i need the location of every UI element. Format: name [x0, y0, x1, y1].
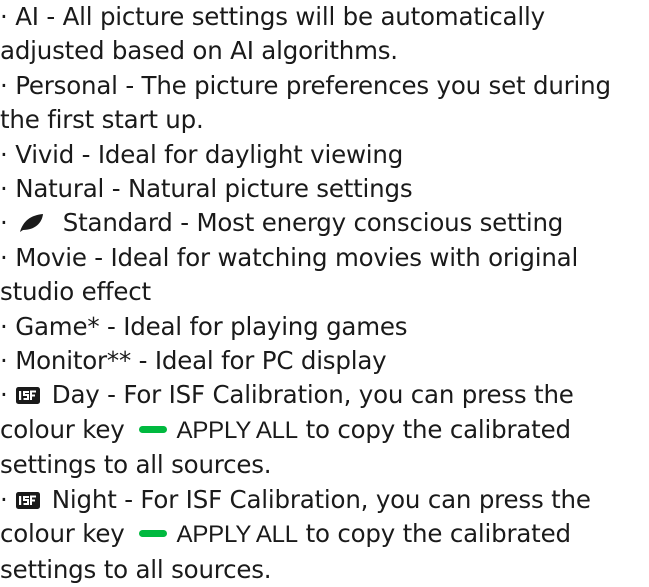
bullet: ·	[0, 311, 8, 341]
isf-icon	[16, 387, 41, 405]
bullet: ·	[0, 208, 8, 238]
list-item-ai: · AI - All picture settings will be auto…	[0, 0, 649, 69]
item-text-continued: colour key	[0, 519, 125, 549]
list-item-standard: · Standard - Most energy conscious setti…	[0, 206, 649, 240]
list-item-movie: · Movie - Ideal for watching movies with…	[0, 241, 649, 310]
bullet: ·	[0, 174, 8, 204]
item-text: Natural - Natural picture settings	[15, 174, 413, 204]
item-text: Day - For ISF Calibration, you can press…	[51, 380, 574, 410]
item-text-continued: to copy the calibrated	[305, 414, 571, 444]
item-text-continued: settings to all sources.	[0, 554, 272, 584]
list-item-vivid: · Vivid - Ideal for daylight viewing	[0, 138, 649, 172]
isf-icon	[16, 491, 41, 509]
bullet: ·	[0, 70, 8, 100]
item-text: Vivid - Ideal for daylight viewing	[15, 139, 404, 169]
apply-all-label: APPLY ALL	[176, 521, 299, 549]
list-item-isf-night: · Night - For ISF Calibration, you can p…	[0, 483, 649, 587]
item-text: Game* - Ideal for playing games	[15, 311, 408, 341]
bullet: ·	[0, 484, 8, 514]
item-text-continued: studio effect	[0, 277, 151, 307]
green-key-icon	[138, 530, 167, 538]
item-text: Standard - Most energy conscious setting	[62, 208, 564, 238]
eco-leaf-icon	[20, 214, 44, 233]
item-text-continued: to copy the calibrated	[305, 519, 571, 549]
bullet: ·	[0, 242, 8, 272]
item-text-continued: the first start up.	[0, 105, 204, 135]
green-key-icon	[138, 425, 167, 433]
item-text: Personal - The picture preferences you s…	[15, 70, 611, 100]
list-item-monitor: · Monitor** - Ideal for PC display	[0, 344, 649, 378]
bullet: ·	[0, 346, 8, 376]
item-text-continued: adjusted based on AI algorithms.	[0, 36, 398, 66]
item-text-continued: settings to all sources.	[0, 450, 272, 480]
bullet: ·	[0, 2, 8, 31]
item-text: Night - For ISF Calibration, you can pre…	[51, 484, 591, 514]
item-text: Monitor** - Ideal for PC display	[15, 346, 387, 376]
picture-style-list: · AI - All picture settings will be auto…	[0, 0, 649, 587]
item-text: Movie - Ideal for watching movies with o…	[15, 242, 579, 272]
bullet: ·	[0, 139, 8, 169]
apply-all-label: APPLY ALL	[176, 416, 299, 444]
list-item-game: · Game* - Ideal for playing games	[0, 310, 649, 344]
bullet: ·	[0, 380, 8, 410]
list-item-personal: · Personal - The picture preferences you…	[0, 69, 649, 138]
item-text-continued: colour key	[0, 414, 125, 444]
item-text: AI - All picture settings will be automa…	[15, 2, 545, 31]
list-item-natural: · Natural - Natural picture settings	[0, 172, 649, 206]
list-item-isf-day: · Day - For ISF Calibration, you can pre…	[0, 378, 649, 482]
